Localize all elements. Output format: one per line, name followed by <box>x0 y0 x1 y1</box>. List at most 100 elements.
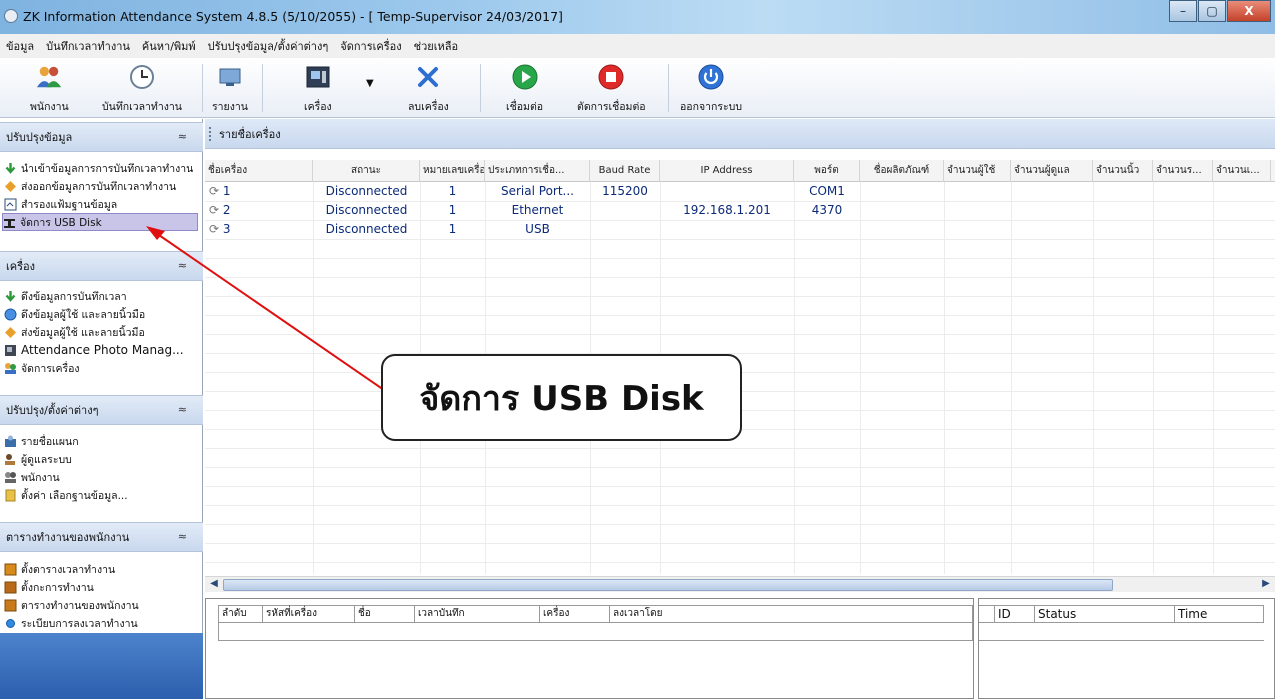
col-name[interactable]: ชื่อ <box>355 606 415 622</box>
grid-line <box>205 524 1275 525</box>
toolbar-separator <box>262 64 263 112</box>
scroll-right-icon[interactable]: ▶ <box>1259 578 1273 592</box>
col-time[interactable]: Time <box>1175 606 1264 622</box>
sidebar-item-attendance-rules[interactable]: ระเบียบการลงเวลาทำงาน <box>4 614 138 632</box>
globe-icon <box>4 308 17 321</box>
col-port[interactable]: พอร์ต <box>794 160 860 182</box>
table-row[interactable]: ⟳ 2 Disconnected 1 Ethernet 192.168.1.20… <box>205 201 1275 220</box>
report-button[interactable]: รายงาน <box>212 60 248 116</box>
sidebar-item-manage-device[interactable]: จัดการเครื่อง <box>4 359 80 377</box>
horizontal-scrollbar[interactable]: ◀ ▶ <box>205 576 1275 592</box>
export-icon <box>4 180 17 193</box>
sidebar-item-employees[interactable]: พนักงาน <box>4 468 60 486</box>
connect-button[interactable]: เชื่อมต่อ <box>506 60 543 116</box>
scroll-thumb[interactable] <box>223 579 1113 591</box>
sidebar-item-admins[interactable]: ผู้ดูแลระบบ <box>4 450 72 468</box>
chevron-down-icon: ▼ <box>366 78 374 89</box>
disconnect-button[interactable]: ตัดการเชื่อมต่อ <box>577 60 646 116</box>
col-device-code[interactable]: รหัสที่เครื่อง <box>263 606 355 622</box>
calendar-icon <box>4 563 17 576</box>
sidebar-item-import[interactable]: นำเข้าข้อมูลการการบันทึกเวลาทำงาน <box>4 159 193 177</box>
row-selector <box>979 606 995 622</box>
minimize-button[interactable]: – <box>1169 0 1197 22</box>
sidebar: ปรับปรุงข้อมูล ≈ นำเข้าข้อมูลการการบันทึ… <box>0 119 203 699</box>
grid-line <box>1011 182 1012 574</box>
col-record-count[interactable]: จำนวนร... <box>1153 160 1213 182</box>
status-log-row[interactable] <box>979 623 1264 641</box>
col-finger-count[interactable]: จำนวนนิ้ว <box>1093 160 1153 182</box>
maximize-button[interactable]: ▢ <box>1198 0 1226 22</box>
attendance-log-row[interactable] <box>218 623 973 641</box>
stop-icon <box>598 64 624 90</box>
collapse-icon[interactable]: ≈ <box>178 259 187 272</box>
col-device-name[interactable]: ชื่อเครื่อง <box>205 160 313 182</box>
sidebar-section-schedule[interactable]: ตารางทำงานของพนักงาน ≈ <box>0 522 203 552</box>
sidebar-item-database[interactable]: ตั้งค่า เลือกฐานข้อมูล... <box>4 486 128 504</box>
table-row[interactable]: ⟳ 1 Disconnected 1 Serial Port... 115200… <box>205 182 1275 201</box>
sidebar-section-data-update[interactable]: ปรับปรุงข้อมูล ≈ <box>0 122 203 152</box>
grid-line <box>205 296 1275 297</box>
sidebar-item-usb-disk[interactable]: จัดการ USB Disk <box>2 213 198 231</box>
menu-device[interactable]: จัดการเครื่อง <box>340 37 401 55</box>
device-list-header: รายชื่อเครื่อง <box>205 119 1275 149</box>
col-baud-rate[interactable]: Baud Rate <box>590 160 660 182</box>
sidebar-item-download-attendance[interactable]: ดึงข้อมูลการบันทึกเวลา <box>4 287 127 305</box>
collapse-icon[interactable]: ≈ <box>178 530 187 543</box>
close-button[interactable]: X <box>1227 0 1271 22</box>
scroll-left-icon[interactable]: ◀ <box>207 578 221 592</box>
col-order[interactable]: ลำดับ <box>219 606 263 622</box>
sidebar-item-export[interactable]: ส่งออกข้อมูลการบันทึกเวลาทำงาน <box>4 177 176 195</box>
col-record-time[interactable]: เวลาบันทึก <box>415 606 540 622</box>
col-device-number[interactable]: หมายเลขเครื่อง <box>420 160 485 182</box>
grid-line <box>205 239 1275 240</box>
grid-line <box>205 467 1275 468</box>
sidebar-item-backup[interactable]: สำรองแฟ้มฐานข้อมูล <box>4 195 117 213</box>
toolbar-separator <box>668 64 669 112</box>
table-row[interactable]: ⟳ 3 Disconnected 1 USB <box>205 220 1275 239</box>
col-user-count[interactable]: จำนวนผู้ใช้ <box>944 160 1011 182</box>
menu-data[interactable]: ข้อมูล <box>6 37 34 55</box>
col-product-name[interactable]: ชื่อผลิตภัณฑ์ <box>860 160 944 182</box>
window-controls: – ▢ X <box>1168 0 1271 22</box>
sidebar-item-photo-manager[interactable]: Attendance Photo Manag... <box>4 341 184 359</box>
col-admin-count[interactable]: จำนวนผู้ดูแล <box>1011 160 1093 182</box>
col-recorded-by[interactable]: ลงเวลาโดย <box>610 606 972 622</box>
delete-device-button[interactable]: ลบเครื่อง <box>408 60 449 116</box>
collapse-icon[interactable]: ≈ <box>178 403 187 416</box>
sidebar-item-set-timetable[interactable]: ตั้งตารางเวลาทำงาน <box>4 560 115 578</box>
menu-search-print[interactable]: ค้นหา/พิมพ์ <box>142 37 196 55</box>
sidebar-item-upload-users[interactable]: ส่งข้อมูลผู้ใช้ และลายนิ้วมือ <box>4 323 145 341</box>
delete-icon <box>415 64 441 90</box>
col-machine[interactable]: เครื่อง <box>540 606 610 622</box>
col-more[interactable]: จำนวนเ... <box>1213 160 1271 182</box>
menu-help[interactable]: ช่วยเหลือ <box>414 37 458 55</box>
users-icon <box>4 362 17 375</box>
refresh-icon: ⟳ <box>209 184 220 198</box>
status-log-pane: ID Status Time <box>978 598 1275 699</box>
grid-line <box>205 562 1275 563</box>
attendance-button[interactable]: บันทึกเวลาทำงาน <box>102 60 182 116</box>
sidebar-item-employee-schedule[interactable]: ตารางทำงานของพนักงาน <box>4 596 139 614</box>
sidebar-item-download-users[interactable]: ดึงข้อมูลผู้ใช้ และลายนิ้วมือ <box>4 305 145 323</box>
department-icon <box>4 435 17 448</box>
sidebar-item-set-shift[interactable]: ตั้งกะการทำงาน <box>4 578 94 596</box>
backup-icon <box>4 198 17 211</box>
col-id[interactable]: ID <box>995 606 1035 622</box>
logout-button[interactable]: ออกจากระบบ <box>680 60 742 116</box>
users-icon <box>36 64 62 90</box>
device-button[interactable]: เครื่อง <box>304 60 332 116</box>
collapse-icon[interactable]: ≈ <box>178 130 187 143</box>
employee-button[interactable]: พนักงาน <box>30 60 69 116</box>
menu-settings[interactable]: ปรับปรุงข้อมูล/ตั้งค่าต่างๆ <box>208 37 329 55</box>
sidebar-section-settings[interactable]: ปรับปรุง/ตั้งค่าต่างๆ ≈ <box>0 395 203 425</box>
sidebar-section-device[interactable]: เครื่อง ≈ <box>0 251 203 281</box>
col-ip-address[interactable]: IP Address <box>660 160 794 182</box>
grip-icon <box>209 126 212 141</box>
col-connection-type[interactable]: ประเภทการเชื่อ... <box>485 160 590 182</box>
sidebar-item-departments[interactable]: รายชื่อแผนก <box>4 432 79 450</box>
col-status[interactable]: Status <box>1035 606 1175 622</box>
toolbar: พนักงาน บันทึกเวลาทำงาน รายงาน เครื่อง ▼… <box>0 58 1275 118</box>
col-status[interactable]: สถานะ <box>313 160 420 182</box>
menu-attendance[interactable]: บันทึกเวลาทำงาน <box>46 37 130 55</box>
device-icon <box>305 64 331 90</box>
